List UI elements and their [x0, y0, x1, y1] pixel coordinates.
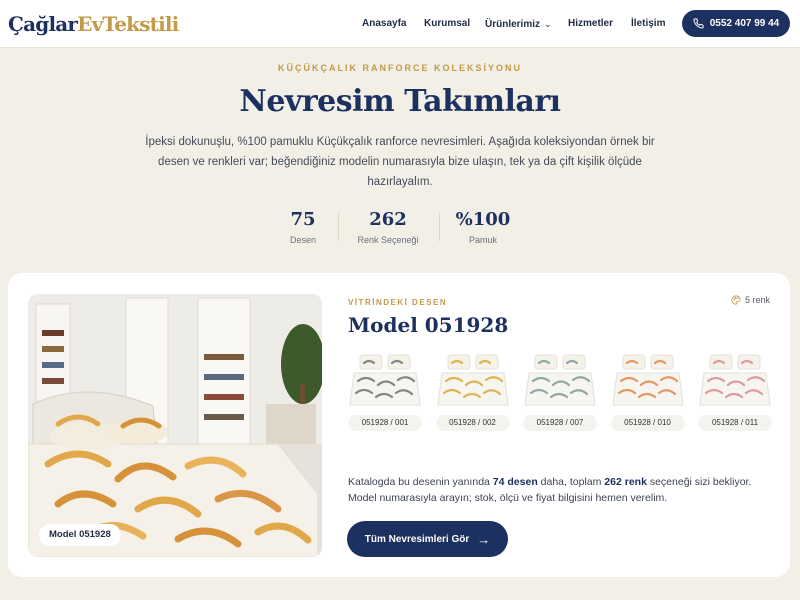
phone-icon: [693, 18, 704, 29]
nav-link-anasayfa[interactable]: Anasayfa: [362, 17, 406, 31]
color-count: 5 renk: [731, 295, 770, 305]
model-title: Model 051928: [348, 313, 509, 337]
desc-text-1: Katalogda bu desenin yanında: [348, 476, 493, 488]
variant-thumbnail: [523, 349, 597, 409]
variant-item[interactable]: 051928 / 002: [435, 349, 510, 433]
desc-bold-desen: 74 desen: [492, 476, 538, 488]
photo-model-badge: Model 051928: [39, 524, 121, 546]
phone-call-button[interactable]: 0552 407 99 44: [682, 10, 790, 37]
site-logo[interactable]: ÇağlarEvTekstili: [8, 12, 179, 36]
view-all-button[interactable]: Tüm Nevresimleri Gör →: [347, 521, 508, 557]
stat-label: Pamuk: [468, 235, 497, 245]
desc-text-2: daha, toplam: [537, 476, 605, 488]
nav-link-urunlerimiz[interactable]: Ürünlerimiz ⌄: [485, 17, 552, 32]
hero-description: İpeksi dokunuşlu, %100 pamuklu Küçükçalı…: [145, 136, 655, 188]
variant-code: 051928 / 011: [698, 415, 772, 431]
logo-text-secondary: EvTekstili: [77, 12, 179, 36]
nav-link-kurumsal[interactable]: Kurumsal: [424, 17, 470, 31]
color-count-label: 5 renk: [744, 295, 770, 305]
featured-label: VİTRİNDEKİ DESEN: [348, 298, 448, 307]
catalog-description: Katalogda bu desenin yanında 74 desen da…: [348, 474, 776, 506]
variant-code: 051928 / 002: [435, 415, 510, 431]
desc-bold-renk: 262 renk: [604, 476, 647, 488]
variant-code: 051928 / 001: [348, 415, 422, 431]
bedroom-photo-illustration: [28, 294, 322, 557]
chevron-down-icon: ⌄: [544, 19, 552, 29]
variant-item[interactable]: 051928 / 001: [348, 349, 422, 433]
stat-label: Renk Seçeneği: [357, 235, 419, 245]
stats-row: 75 Desen 262 Renk Seçeneği %100 Pamuk: [0, 208, 800, 248]
product-photo[interactable]: Model 051928: [28, 294, 322, 557]
palette-icon: [731, 295, 741, 305]
stat-pamuk: %100 Pamuk: [428, 208, 538, 246]
variant-item[interactable]: 051928 / 007: [523, 349, 597, 433]
variant-thumbnail: [348, 349, 422, 409]
stat-value: 262: [369, 209, 407, 230]
variant-list: 051928 / 001 051928 / 002 051928 / 007 0519…: [348, 349, 772, 433]
nav-link-hizmetler[interactable]: Hizmetler: [568, 17, 613, 31]
collection-eyebrow: KÜÇÜKÇALIK RANFORCE KOLEKSİYONU: [278, 63, 522, 73]
arrow-right-icon: →: [477, 531, 491, 547]
variant-thumbnail: [435, 349, 510, 409]
featured-pattern-card: Model 051928 VİTRİNDEKİ DESEN Model 0519…: [8, 273, 790, 577]
stat-value: %100: [455, 209, 511, 230]
nav-link-urunlerimiz-label: Ürünlerimiz: [485, 19, 541, 30]
logo-text-primary: Çağlar: [8, 12, 78, 36]
stat-renk: 262 Renk Seçeneği: [333, 208, 443, 246]
view-all-label: Tüm Nevresimleri Gör: [364, 533, 470, 545]
variant-code: 051928 / 010: [610, 415, 685, 431]
top-navbar: ÇağlarEvTekstili Anasayfa Kurumsal Ürünl…: [0, 0, 800, 48]
variant-thumbnail: [698, 349, 772, 409]
nav-link-iletisim[interactable]: İletişim: [631, 17, 665, 31]
variant-item[interactable]: 051928 / 011: [698, 349, 772, 433]
page-title: Nevresim Takımları: [239, 84, 561, 119]
variant-thumbnail: [610, 349, 685, 409]
variant-code: 051928 / 007: [523, 415, 597, 431]
variant-item[interactable]: 051928 / 010: [610, 349, 685, 433]
phone-number: 0552 407 99 44: [709, 18, 780, 29]
